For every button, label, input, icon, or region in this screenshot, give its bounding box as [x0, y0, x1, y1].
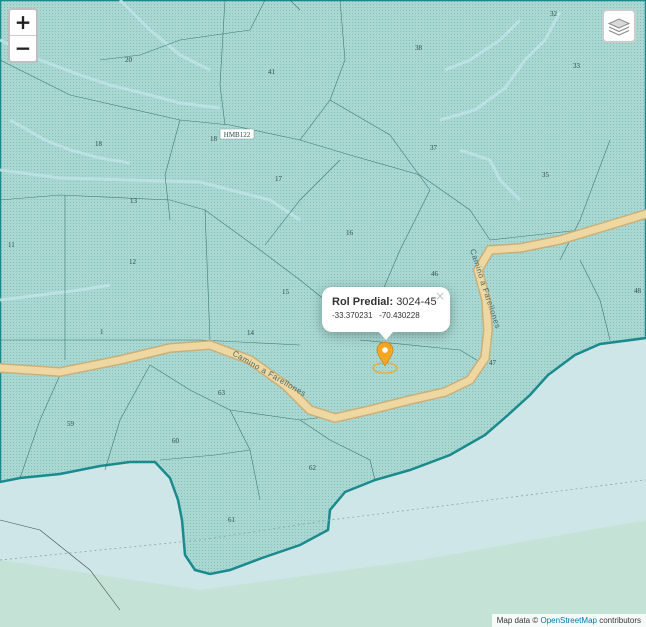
- parcel-number: 15: [282, 288, 290, 296]
- zoom-in-button[interactable]: +: [10, 10, 36, 35]
- attribution-suffix: contributors: [599, 616, 641, 625]
- parcel-popup: × Rol Predial: 3024-45 -33.370231 -70.43…: [322, 287, 450, 332]
- popup-rol-value: 3024-45: [396, 296, 437, 308]
- parcel-number: 63: [218, 389, 226, 397]
- parcel-number: 48: [634, 287, 642, 295]
- parcel-number: 17: [275, 175, 283, 183]
- parcel-number: 11: [8, 241, 15, 249]
- parcel-number: 59: [67, 420, 75, 428]
- parcel-number: 16: [346, 229, 354, 237]
- parcel-number: 60: [172, 437, 180, 445]
- parcel-number: 62: [309, 464, 317, 472]
- popup-title: Rol Predial: 3024-45: [332, 296, 440, 308]
- parcel-number: 46: [431, 270, 439, 278]
- popup-lat: -33.370231: [332, 311, 373, 320]
- parcel-number: 38: [415, 44, 423, 52]
- popup-close-button[interactable]: ×: [435, 289, 445, 303]
- popup-tip: [378, 331, 394, 340]
- parcel-number: 18: [95, 140, 103, 148]
- parcel-number: 41: [268, 68, 276, 76]
- parcel-number: 20: [125, 56, 133, 64]
- parcel-number: 14: [247, 329, 255, 337]
- popup-title-label: Rol Predial:: [332, 296, 394, 308]
- layers-button[interactable]: [602, 9, 636, 43]
- parcel-number: 32: [550, 10, 558, 18]
- parcel-number: 1: [100, 328, 104, 336]
- parcel-number: 61: [228, 516, 236, 524]
- parcel-number: 13: [130, 197, 138, 205]
- parcel-number: 37: [430, 144, 438, 152]
- parcel-number: 35: [542, 171, 550, 179]
- zoom-control: + −: [8, 8, 38, 63]
- parcel-number: 33: [573, 62, 581, 70]
- popup-lon: -70.430228: [379, 311, 420, 320]
- parcel-number: 18: [210, 135, 218, 143]
- parcel-number: 47: [489, 359, 497, 367]
- parcel-number: 12: [129, 258, 137, 266]
- attribution-prefix: Map data ©: [496, 616, 539, 625]
- road-code-label: HMB122: [224, 131, 251, 139]
- popup-coordinates: -33.370231 -70.430228: [332, 311, 440, 320]
- map-container[interactable]: Camino a Farellones Camino a Farellones …: [0, 0, 646, 627]
- layers-icon: [607, 18, 631, 36]
- map-attribution: Map data © OpenStreetMap contributors: [491, 614, 646, 627]
- osm-link[interactable]: OpenStreetMap: [540, 616, 596, 625]
- zoom-out-button[interactable]: −: [10, 35, 36, 61]
